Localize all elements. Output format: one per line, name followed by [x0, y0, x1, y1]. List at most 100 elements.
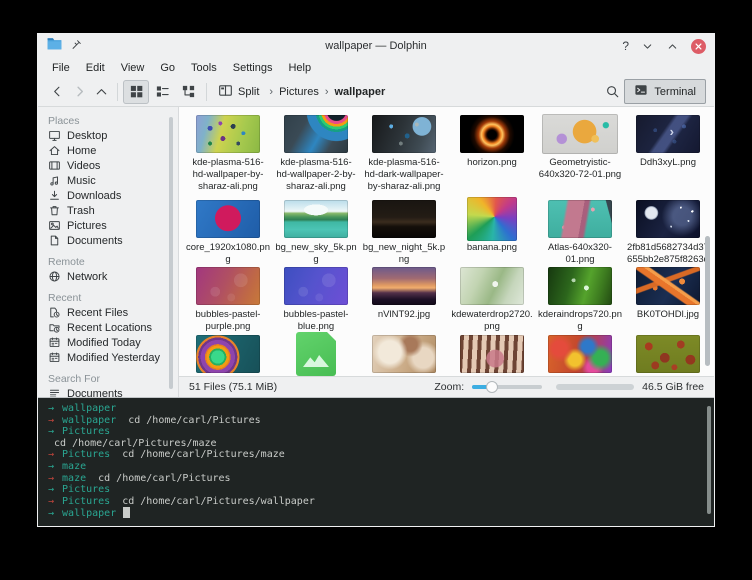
sidebar-scrollbar[interactable] — [169, 117, 173, 389]
menu-go[interactable]: Go — [152, 62, 183, 74]
file-item[interactable]: banana.png — [448, 198, 536, 265]
title-bar[interactable]: wallpaper — Dolphin ? — [38, 34, 714, 58]
file-item[interactable]: kde-plasma-516-hd-wallpaper-2-by-sharaz-… — [272, 113, 360, 198]
file-thumbnail-box — [536, 265, 624, 307]
sidebar-item-label: Pictures — [67, 220, 107, 232]
icons-view-button[interactable] — [123, 80, 149, 104]
terminal-line: →maze — [48, 461, 714, 473]
file-thumbnail — [548, 267, 612, 305]
file-item[interactable] — [184, 333, 272, 375]
file-item[interactable]: kdewaterdrop2720.png — [448, 265, 536, 333]
menu-settings[interactable]: Settings — [225, 62, 281, 74]
prompt-directory: maze — [62, 461, 86, 472]
file-name: banana.png — [467, 242, 517, 254]
file-item[interactable]: 2fb81d5682734d37655bb2e875f8263de42a.png — [624, 198, 712, 265]
sidebar-item-downloads[interactable]: Downloads — [38, 188, 178, 203]
breadcrumb-item[interactable]: wallpaper — [331, 86, 390, 98]
terminal-scrollbar[interactable] — [707, 406, 711, 514]
tree-view-button[interactable] — [175, 80, 201, 104]
sidebar-item-home[interactable]: Home — [38, 143, 178, 158]
close-button[interactable] — [691, 39, 706, 54]
file-item[interactable]: Ddh3xyL.png — [624, 113, 712, 198]
minimize-button[interactable] — [641, 40, 654, 53]
menu-tools[interactable]: Tools — [183, 62, 225, 74]
sidebar-item-trash[interactable]: Trash — [38, 203, 178, 218]
split-button[interactable]: Split — [212, 83, 265, 101]
file-item[interactable]: nVlNT92.jpg — [360, 265, 448, 333]
sidebar-item-music[interactable]: Music — [38, 173, 178, 188]
file-item[interactable]: BK0TOHDl.jpg — [624, 265, 712, 333]
search-button[interactable] — [600, 80, 624, 104]
calendar-icon — [48, 351, 61, 364]
help-button[interactable]: ? — [622, 39, 629, 53]
file-item[interactable]: bg_new_night_5k.png — [360, 198, 448, 265]
file-item[interactable]: kde-plasma-516-hd-wallpaper-by-sharaz-al… — [184, 113, 272, 198]
sidebar-item-videos[interactable]: Videos — [38, 158, 178, 173]
sidebar-item-modified-yesterday[interactable]: Modified Yesterday — [38, 350, 178, 365]
sidebar-item-documents[interactable]: Documents — [38, 233, 178, 248]
menu-file[interactable]: File — [44, 62, 78, 74]
terminal-line: →Picturescd /home/carl/Pictures/wallpape… — [48, 496, 714, 508]
file-name: horizon.png — [467, 157, 517, 169]
fileview-scrollbar[interactable] — [705, 236, 710, 366]
file-item[interactable]: core_1920x1080.png — [184, 198, 272, 265]
menu-edit[interactable]: Edit — [78, 62, 113, 74]
terminal-toggle-button[interactable]: Terminal — [624, 79, 706, 104]
sidebar-item-desktop[interactable]: Desktop — [38, 128, 178, 143]
document-icon — [48, 234, 61, 247]
terminal-button-label: Terminal — [654, 86, 696, 98]
file-item[interactable]: bubbles-pastel-purple.png — [184, 265, 272, 333]
file-item[interactable] — [360, 333, 448, 375]
back-button[interactable] — [46, 81, 68, 103]
up-button[interactable] — [90, 81, 112, 103]
file-item[interactable]: kde-plasma-516-hd-dark-wallpaper-by-shar… — [360, 113, 448, 198]
file-item[interactable] — [448, 333, 536, 375]
file-thumbnail-box — [184, 198, 272, 240]
file-item[interactable] — [536, 333, 624, 375]
sidebar-item-network[interactable]: Network — [38, 269, 178, 284]
file-thumbnail-box — [184, 113, 272, 155]
sidebar-item-label: Desktop — [67, 130, 107, 142]
file-item[interactable]: horizon.png — [448, 113, 536, 198]
file-thumbnail-box — [272, 198, 360, 240]
sidebar-item-pictures[interactable]: Pictures — [38, 218, 178, 233]
terminal-panel[interactable]: →wallpaper→wallpapercd /home/carl/Pictur… — [38, 397, 714, 526]
menu-help[interactable]: Help — [280, 62, 319, 74]
menu-view[interactable]: View — [113, 62, 153, 74]
file-thumbnail-box — [448, 265, 536, 307]
sidebar-item-modified-today[interactable]: Modified Today — [38, 335, 178, 350]
file-thumbnail-box — [624, 333, 712, 375]
terminal-icon — [634, 83, 648, 100]
file-name: bubbles-pastel-blue.png — [274, 309, 358, 333]
breadcrumb-separator-icon — [267, 86, 275, 98]
toolbar-separator — [206, 83, 207, 101]
prompt-directory: Pictures — [62, 426, 110, 437]
split-label: Split — [238, 86, 259, 98]
sidebar-item-label: Modified Today — [67, 337, 141, 349]
details-view-button[interactable] — [149, 80, 175, 104]
file-item[interactable]: Atlas-640x320-01.png — [536, 198, 624, 265]
file-item[interactable]: bubbles-pastel-blue.png — [272, 265, 360, 333]
forward-button[interactable] — [68, 81, 90, 103]
window-title: wallpaper — Dolphin — [38, 40, 714, 52]
maximize-button[interactable] — [666, 40, 679, 53]
sidebar-item-recent-files[interactable]: Recent Files — [38, 305, 178, 320]
file-item[interactable]: bg_new_sky_5k.png — [272, 198, 360, 265]
file-item[interactable]: Geometryistic-640x320-72-01.png — [536, 113, 624, 198]
file-item[interactable]: kderaindrops720.png — [536, 265, 624, 333]
file-thumbnail — [636, 335, 700, 373]
breadcrumb-item[interactable]: Pictures — [275, 86, 323, 98]
sidebar-item-recent-locations[interactable]: Recent Locations — [38, 320, 178, 335]
file-thumbnail — [284, 115, 348, 153]
file-thumbnail-box — [360, 113, 448, 155]
home-icon — [48, 144, 61, 157]
file-item[interactable] — [272, 333, 360, 375]
file-thumbnail — [467, 197, 517, 241]
sidebar-item-label: Trash — [67, 205, 95, 217]
file-item[interactable] — [624, 333, 712, 375]
zoom-slider[interactable] — [472, 385, 542, 389]
prompt-arrow: → — [48, 449, 54, 460]
prompt-directory: Pictures — [62, 496, 110, 507]
zoom-slider-handle[interactable] — [486, 381, 498, 393]
sidebar-item-documents[interactable]: Documents — [38, 386, 178, 397]
